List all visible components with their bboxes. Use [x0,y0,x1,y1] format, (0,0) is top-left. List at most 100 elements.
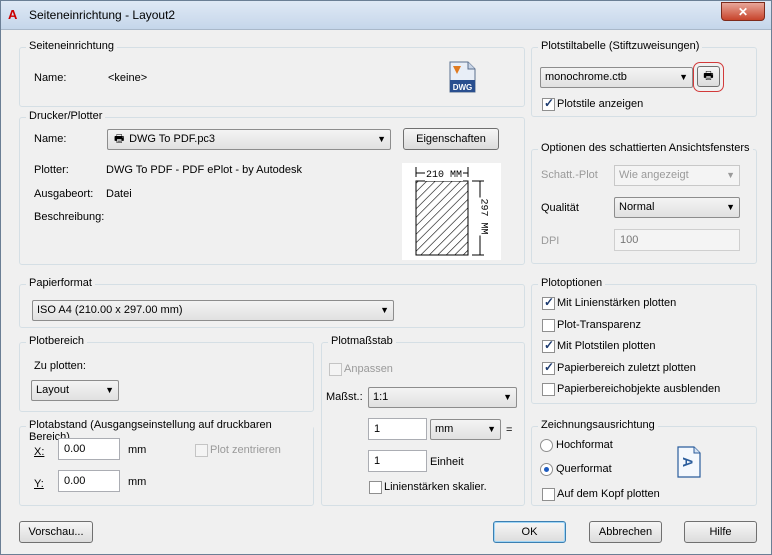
shade-plot-value: Wie angezeigt [619,169,689,181]
plot-option-label: Mit Linienstärken plotten [557,297,677,309]
printer-name-dropdown[interactable]: 🖶 DWG To PDF.pc3 ▼ [107,129,391,150]
plot-style-table-group-label: Plotstiltabelle (Stiftzuweisungen) [538,40,703,52]
display-plot-styles-label: Plotstile anzeigen [557,98,644,110]
printer-icon: 🖶 [114,133,125,145]
plot-what-dropdown[interactable]: Layout ▼ [31,380,119,401]
orientation-group-label: Zeichnungsausrichtung [538,419,658,431]
paper-size-value: ISO A4 (210.00 x 297.00 mm) [37,304,183,316]
paper-size-group-label: Papierformat [26,277,95,289]
plot-option-checkbox[interactable] [542,360,555,375]
plot-options-group-label: Plotoptionen [538,277,606,289]
upside-down-label: Auf dem Kopf plotten [557,488,660,500]
portrait-label: Hochformat [556,439,613,451]
quality-dropdown[interactable]: Normal ▼ [614,197,740,218]
landscape-page-icon: A [677,446,701,478]
landscape-label: Querformat [556,463,612,475]
scale-label: Maßst.: [326,391,363,403]
output-value: Datei [106,188,132,200]
autocad-app-icon: A [8,7,18,22]
plot-option-label: Papierbereichobjekte ausblenden [557,383,721,395]
page-setup-name-label: Name: [34,72,67,84]
scale-lineweights-label: Linienstärken skalier. [384,481,487,493]
scale-unit-value: mm [435,423,454,435]
printer-group-label: Drucker/Plotter [26,110,106,122]
offset-x-unit: mm [128,444,147,456]
plot-what-value: Layout [36,384,70,396]
upside-down-checkbox[interactable] [542,488,555,501]
dpi-label: DPI [541,235,560,247]
chevron-down-icon: ▼ [679,72,688,82]
printer-name-label: Name: [34,133,67,145]
offset-y-label: Y: [34,478,44,490]
offset-y-input[interactable]: 0.00 [58,470,120,492]
printer-name-value: DWG To PDF.pc3 [129,133,216,145]
description-label: Beschreibung: [34,211,105,223]
plot-option-label: Mit Plotstilen plotten [557,340,656,352]
plot-style-table-dropdown[interactable]: monochrome.ctb ▼ [540,67,693,88]
chevron-down-icon: ▼ [503,392,512,402]
plotter-label: Plotter: [34,164,69,176]
scale-value1-input[interactable]: 1 [368,418,427,440]
display-plot-styles-checkbox[interactable] [542,96,555,111]
chevron-down-icon: ▼ [105,385,114,395]
properties-button[interactable]: Eigenschaften [403,128,499,150]
scale-value: 1:1 [373,391,389,403]
dwg-file-icon: DWG [447,61,477,93]
preview-height-label: 297 MM [477,197,489,236]
plot-option-checkbox[interactable] [542,319,555,332]
plotter-value: DWG To PDF - PDF ePlot - by Autodesk [106,164,303,176]
plot-option-checkbox[interactable] [542,295,555,310]
offset-y-unit: mm [128,476,147,488]
plot-what-label: Zu plotten: [34,360,86,372]
paper-size-dropdown[interactable]: ISO A4 (210.00 x 297.00 mm) ▼ [32,300,394,321]
scale-dropdown[interactable]: 1:1 ▼ [368,387,517,408]
center-plot-label: Plot zentrieren [210,444,281,456]
cancel-button[interactable]: Abbrechen [589,521,662,543]
plot-option-checkbox[interactable] [542,383,555,396]
edit-plot-style-icon: 🖶 [703,70,714,82]
scale-unit-dropdown[interactable]: mm ▼ [430,419,501,440]
page-setup-group-label: Seiteneinrichtung [26,40,118,52]
dwg-icon-text: DWG [453,83,473,92]
center-plot-checkbox[interactable] [195,444,208,457]
fit-to-paper-checkbox[interactable] [329,363,342,376]
plot-area-group-label: Plotbereich [26,335,88,347]
preview-button[interactable]: Vorschau... [19,521,93,543]
edit-plot-style-button[interactable]: 🖶 [697,66,720,87]
quality-label: Qualität [541,202,579,214]
chevron-down-icon: ▼ [380,305,389,315]
ok-button[interactable]: OK [493,521,566,543]
plot-scale-group-label: Plotmaßstab [328,335,396,347]
chevron-down-icon: ▼ [726,170,735,180]
window-title: Seiteneinrichtung - Layout2 [29,8,176,22]
shaded-viewport-group-label: Optionen des schattierten Ansichtsfenste… [538,142,753,154]
fit-to-paper-label: Anpassen [344,363,393,375]
chevron-down-icon: ▼ [377,134,386,144]
plot-style-table-value: monochrome.ctb [545,71,627,83]
scale-unit-label: Einheit [430,456,464,468]
chevron-down-icon: ▼ [726,202,735,212]
page-setup-dialog: A Seiteneinrichtung - Layout2 ✕ Seitenei… [0,0,772,555]
shade-plot-dropdown[interactable]: Wie angezeigt ▼ [614,165,740,186]
landscape-radio[interactable] [540,463,553,476]
chevron-down-icon: ▼ [487,424,496,434]
offset-x-input[interactable]: 0.00 [58,438,120,460]
plot-area-group: Plotbereich [19,335,314,412]
paper-preview: 210 MM 297 MM [402,163,501,260]
plot-option-checkbox[interactable] [542,338,555,353]
scale-lineweights-checkbox[interactable] [369,481,382,494]
title-bar: A Seiteneinrichtung - Layout2 ✕ [1,1,771,30]
shade-plot-label: Schatt.-Plot [541,169,598,181]
scale-equals-sign: = [506,424,513,436]
output-label: Ausgabeort: [34,188,94,200]
offset-x-label: X: [34,446,45,458]
plot-option-label: Plot-Transparenz [557,319,641,331]
close-button[interactable]: ✕ [721,2,765,21]
portrait-radio[interactable] [540,439,553,452]
scale-value2-input[interactable]: 1 [368,450,427,472]
preview-width-label: 210 MM [425,170,464,181]
page-setup-name-value: <keine> [108,72,148,84]
dpi-input[interactable]: 100 [614,229,740,251]
help-button[interactable]: Hilfe [684,521,757,543]
quality-value: Normal [619,201,655,213]
